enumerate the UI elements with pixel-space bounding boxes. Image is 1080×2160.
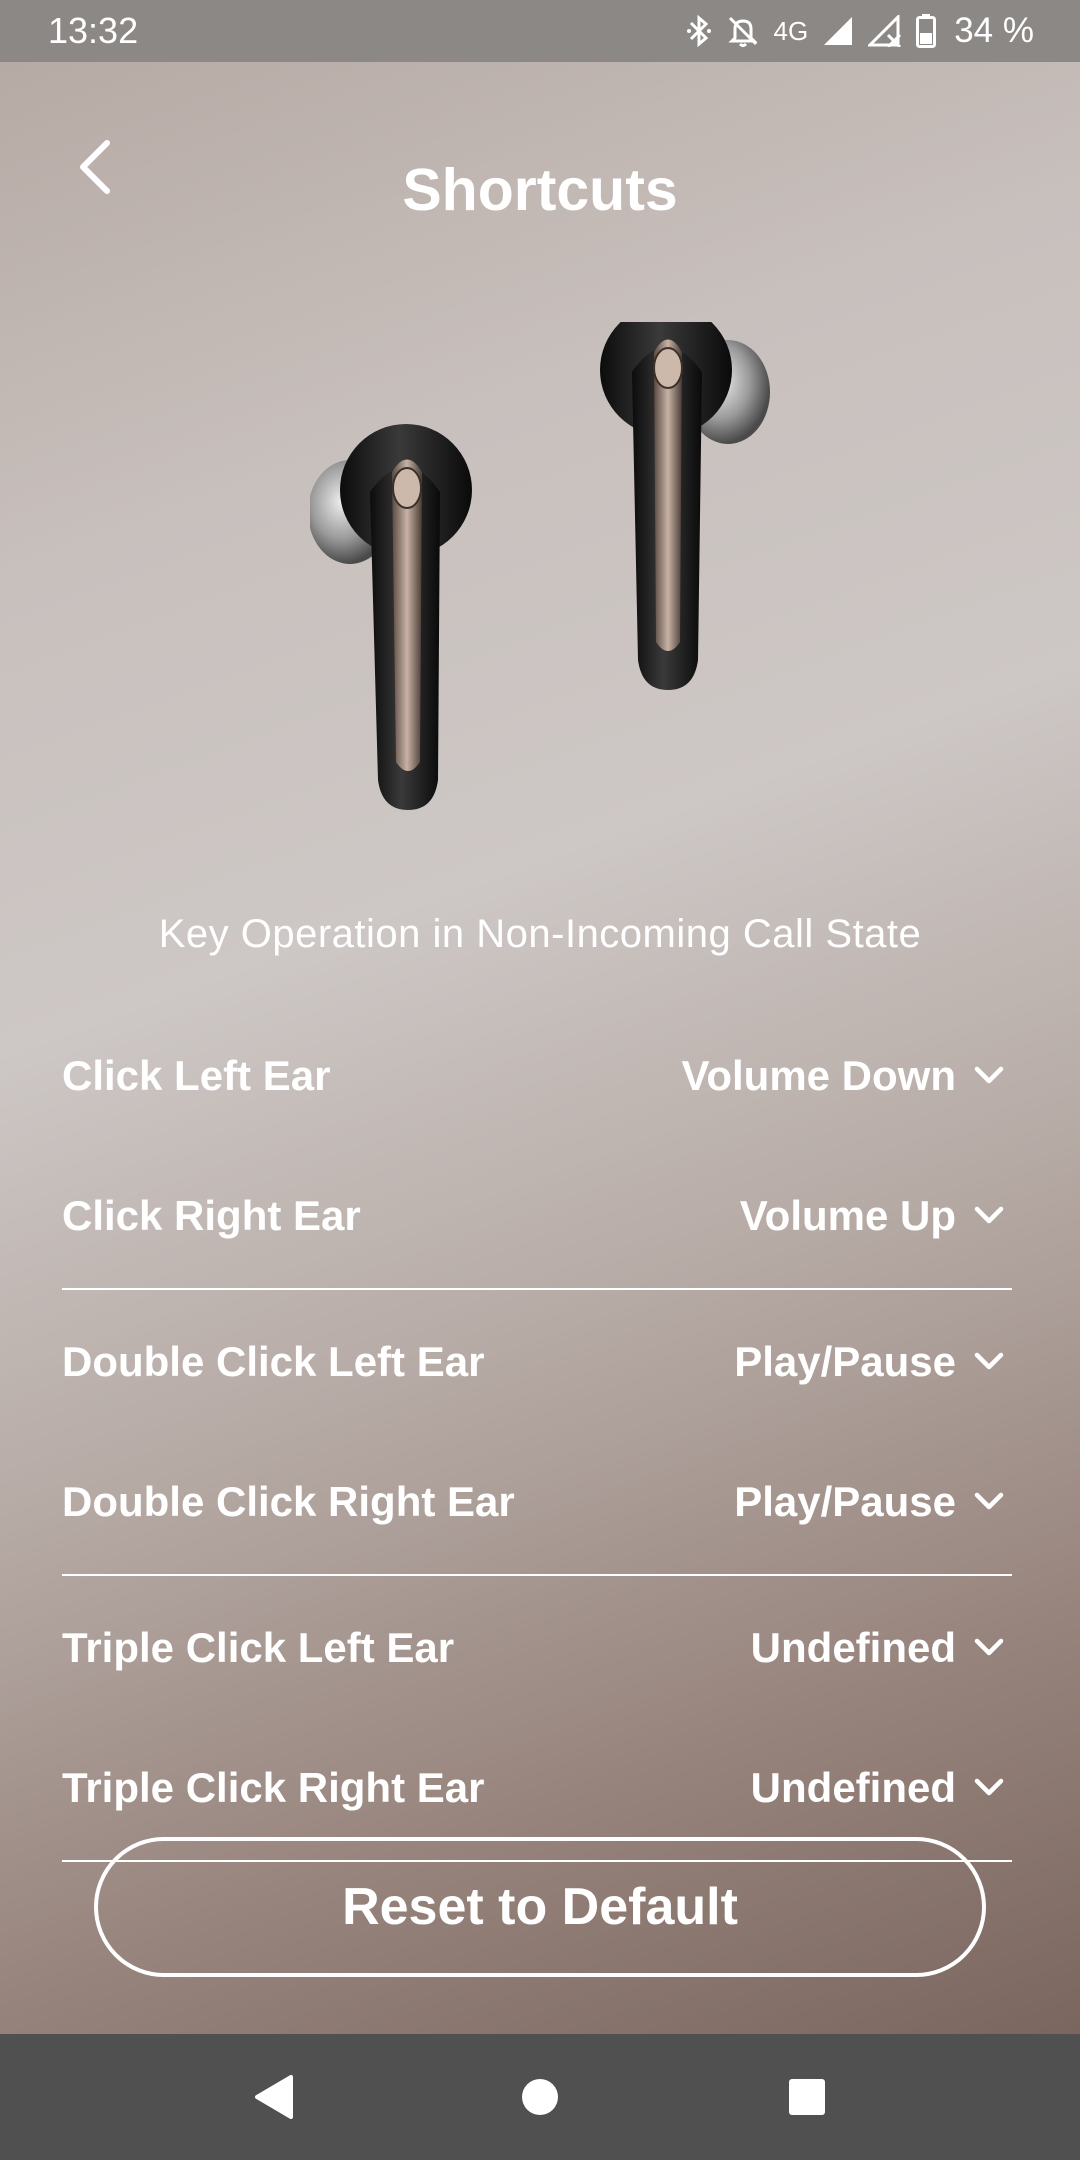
page-title: Shortcuts [402, 157, 678, 223]
shortcut-label: Double Click Right Ear [62, 1478, 515, 1525]
shortcut-value: Undefined [750, 1764, 956, 1811]
chevron-down-icon [974, 1206, 1004, 1224]
circle-home-icon [521, 2079, 558, 2115]
header: Shortcuts [0, 62, 1080, 272]
shortcut-list: Click Left Ear Volume Down Click Right E… [62, 1006, 1012, 1864]
chevron-down-icon [974, 1492, 1004, 1510]
status-time: 13:32 [48, 10, 139, 51]
shortcut-dropdown[interactable]: Play/Pause [734, 1478, 1004, 1526]
chevron-down-icon [974, 1778, 1004, 1796]
chevron-down-icon [974, 1066, 1004, 1084]
right-earbud [600, 322, 770, 690]
shortcut-dropdown[interactable]: Undefined [751, 1764, 1004, 1812]
battery-percentage: 34 % [954, 11, 1034, 50]
section-title: Key Operation in Non-Incoming Call State [158, 912, 922, 956]
triangle-back-icon [255, 2075, 294, 2119]
shortcut-value: Play/Pause [734, 1478, 956, 1525]
shortcuts-screen: Shortcuts Key Operation in Non-Incoming … [0, 62, 1080, 2034]
signal-icon [822, 15, 854, 47]
shortcut-value: Volume Down [681, 1052, 956, 1099]
shortcut-row-click-right[interactable]: Click Right Ear Volume Up [62, 1146, 1012, 1286]
shortcut-value: Play/Pause [734, 1338, 956, 1385]
nav-back-button[interactable] [228, 2052, 318, 2142]
status-icons: 4G 34 % [686, 11, 1034, 51]
left-earbud [310, 424, 472, 810]
earbuds-image [310, 322, 770, 810]
no-signal-icon [868, 15, 902, 47]
status-bar: 13:32 4G 34 % [0, 0, 1080, 62]
shortcut-dropdown[interactable]: Play/Pause [734, 1338, 1004, 1386]
chevron-down-icon [974, 1352, 1004, 1370]
shortcut-dropdown[interactable]: Volume Up [740, 1192, 1004, 1240]
shortcut-label: Double Click Left Ear [62, 1338, 485, 1385]
shortcut-row-click-left[interactable]: Click Left Ear Volume Down [62, 1006, 1012, 1146]
shortcut-label: Click Right Ear [62, 1192, 361, 1239]
shortcut-row-triple-click-left[interactable]: Triple Click Left Ear Undefined [62, 1578, 1012, 1718]
bluetooth-icon [686, 14, 712, 48]
shortcut-value: Undefined [750, 1624, 956, 1671]
network-type: 4G [773, 15, 809, 46]
divider [62, 1574, 1012, 1576]
shortcut-row-double-click-left[interactable]: Double Click Left Ear Play/Pause [62, 1292, 1012, 1432]
mute-notification-icon [726, 14, 760, 48]
nav-recents-button[interactable] [762, 2052, 852, 2142]
shortcut-label: Triple Click Left Ear [62, 1624, 455, 1671]
navigation-bar [0, 2034, 1080, 2160]
shortcut-dropdown[interactable]: Undefined [751, 1624, 1004, 1672]
square-recents-icon [788, 2079, 825, 2115]
reset-to-default-button[interactable]: Reset to Default [94, 1837, 986, 1977]
divider [62, 1288, 1012, 1290]
shortcut-label: Triple Click Right Ear [62, 1764, 485, 1811]
battery-icon [916, 14, 937, 48]
shortcut-dropdown[interactable]: Volume Down [681, 1052, 1004, 1100]
shortcut-value: Volume Up [739, 1192, 956, 1239]
shortcut-row-double-click-right[interactable]: Double Click Right Ear Play/Pause [62, 1432, 1012, 1572]
nav-home-button[interactable] [495, 2052, 585, 2142]
shortcut-label: Click Left Ear [62, 1052, 331, 1099]
chevron-down-icon [974, 1638, 1004, 1656]
